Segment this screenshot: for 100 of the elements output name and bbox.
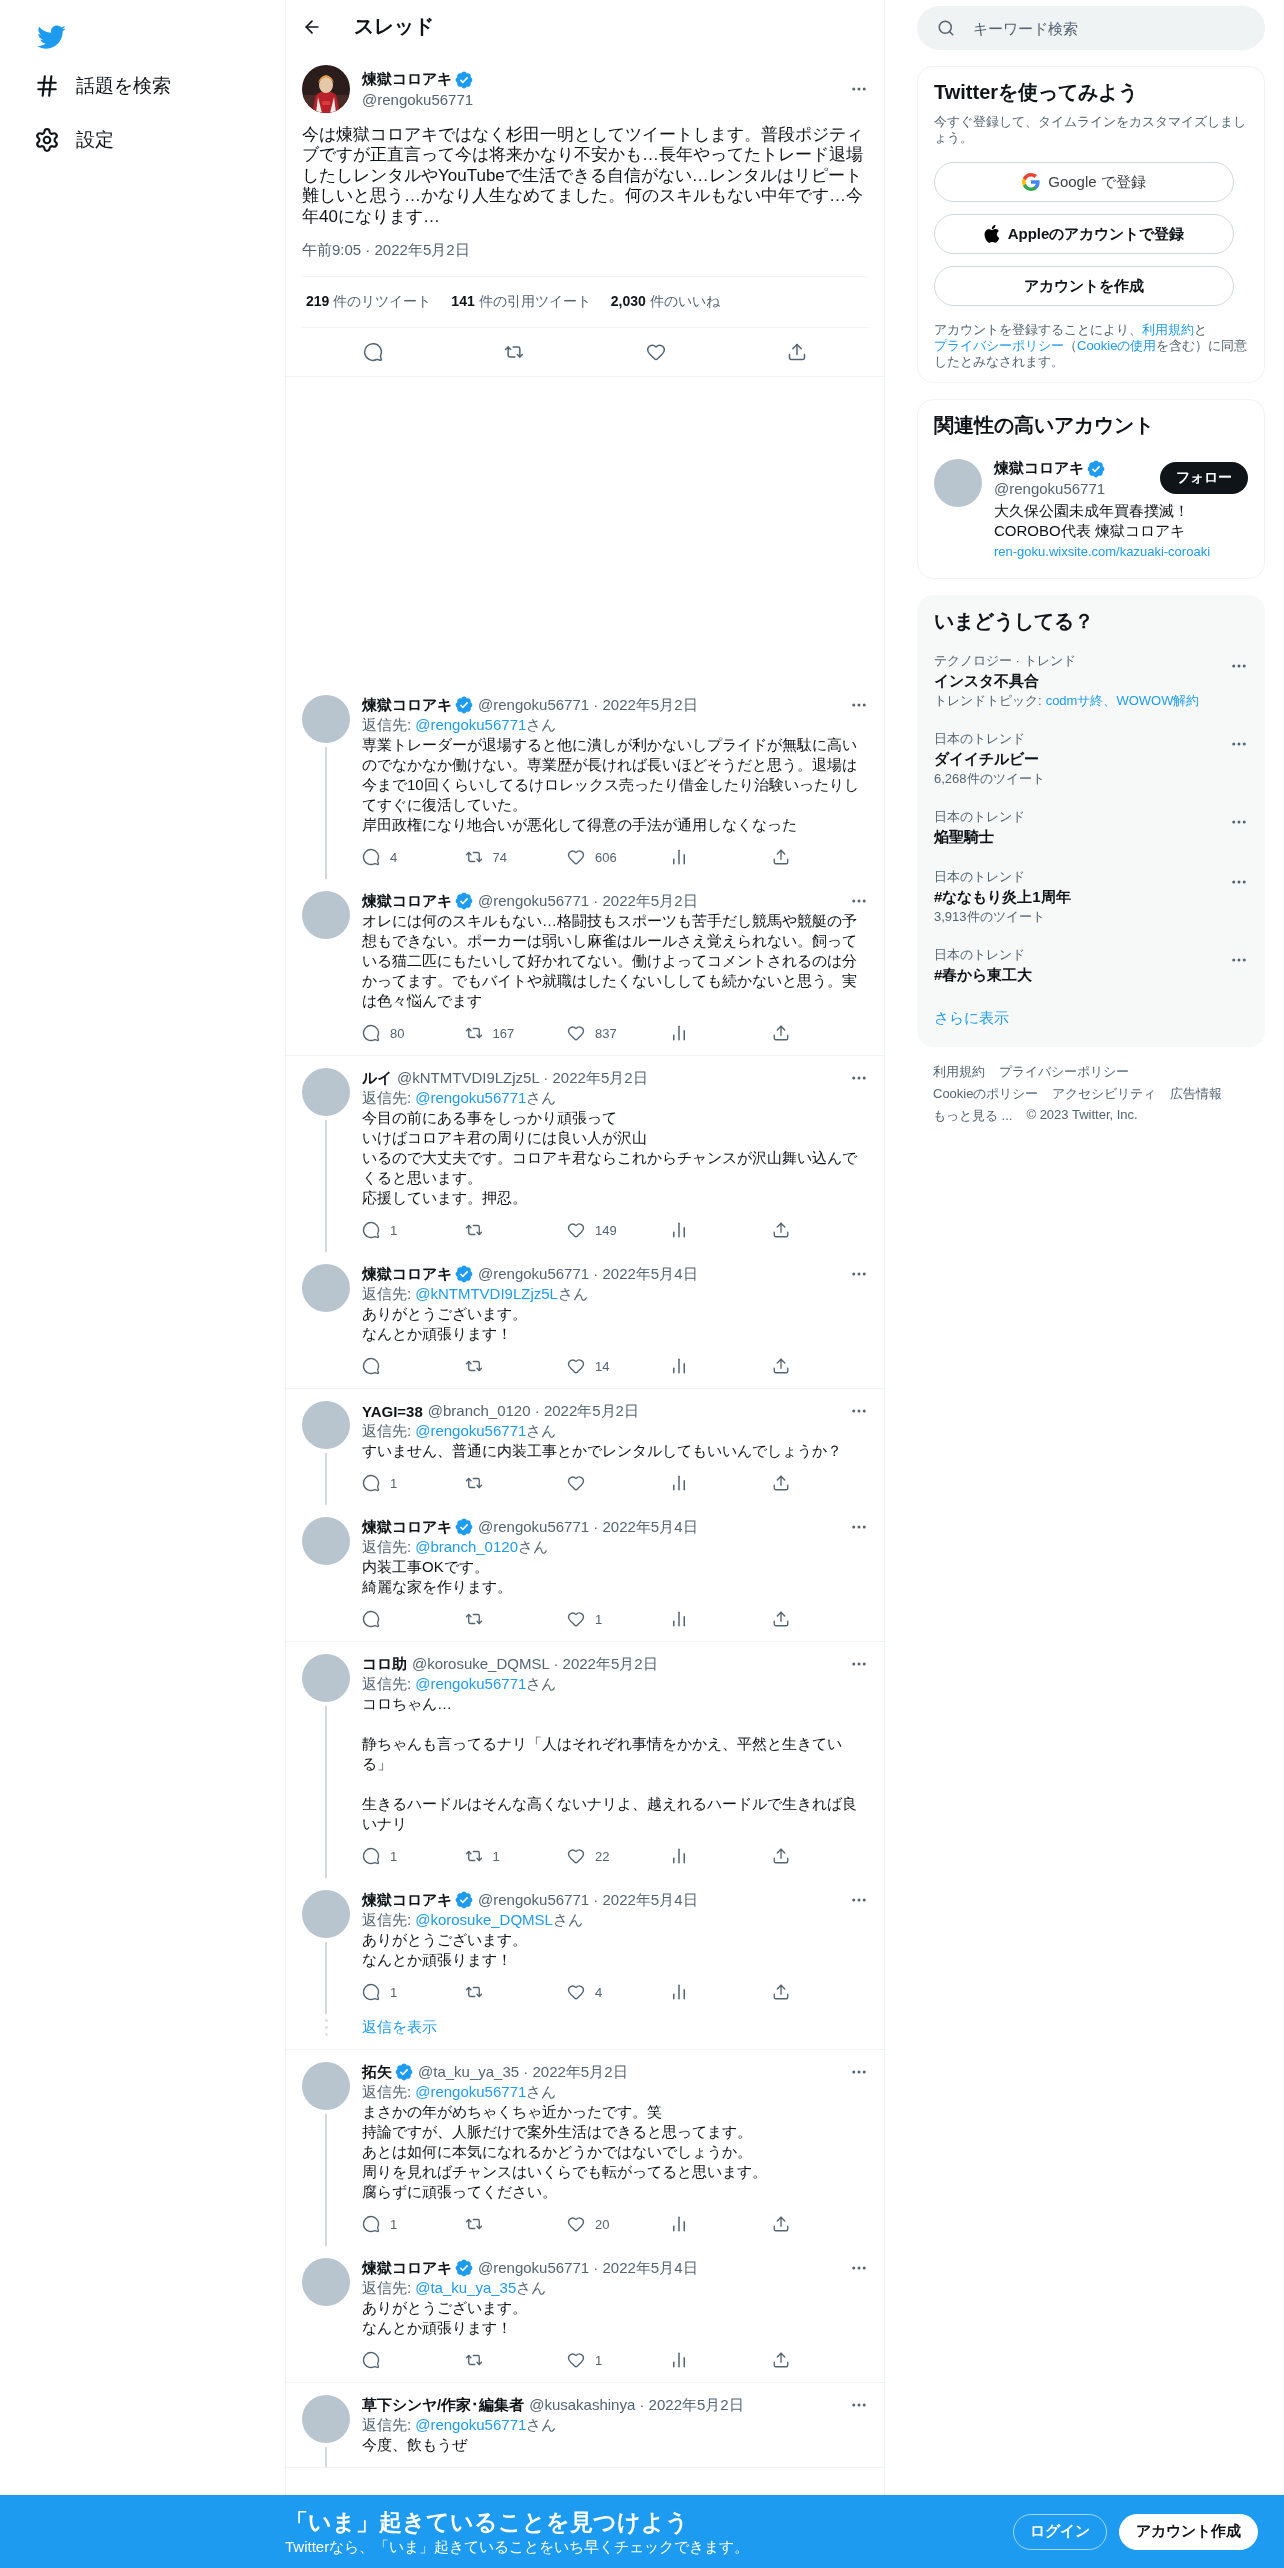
footer-link[interactable]: Cookieのポリシー [933, 1085, 1039, 1103]
like-button[interactable] [645, 342, 666, 363]
share-icon [772, 1221, 790, 1240]
tweet-date: 午前9:05 · 2022年5月2日 [302, 241, 471, 261]
tweet-text: 静ちゃんも言ってるナリ「人はそれぞれ事情をかかえ、平然と生きている」 [362, 1734, 843, 1775]
author-name[interactable]: 煉獄コロアキ [362, 891, 452, 911]
like-button[interactable]: 22 [567, 1846, 610, 1867]
speech-bubble-icon [362, 848, 380, 867]
card-title: Twitterを使ってみよう [934, 80, 1140, 105]
share-icon [772, 848, 790, 867]
legal-text: アカウントを登録することにより、利用規約 と プライバシーポリシー（Cookieの使用を含む）に同意したとみなされます。 [934, 322, 1248, 370]
like-button[interactable]: 4 [567, 1982, 603, 2003]
trend-title[interactable]: 焔聖騎士 [934, 827, 1230, 847]
signup-button[interactable]: Google で登録 [934, 162, 1234, 202]
retweet-button[interactable]: 74 [464, 847, 507, 868]
copyright-text: © 2023 Twitter, Inc. [1026, 1107, 1138, 1124]
trend-title[interactable]: #春から東工大 [934, 965, 1230, 985]
author-name[interactable]: 煉獄コロアキ [362, 70, 452, 89]
reply-button[interactable]: 1 [362, 1846, 398, 1867]
like-button[interactable]: 149 [567, 1220, 617, 1241]
like-button[interactable]: 14 [567, 1356, 610, 1377]
search-field[interactable]: キーワード検索 [917, 6, 1265, 50]
reply-to-text: 返信先: @rengoku56771さん [362, 2415, 558, 2436]
author-name[interactable]: YAGI=38 [362, 1402, 423, 1420]
reply-button[interactable]: 1 [362, 2214, 398, 2235]
bird-logo-icon[interactable] [36, 24, 66, 49]
reply-button[interactable] [362, 342, 383, 363]
tweet-text: 内装工事OKです。 [362, 1557, 490, 1578]
retweet-button[interactable]: 167 [464, 1023, 515, 1044]
reply-button[interactable]: 80 [362, 1023, 405, 1044]
heart-icon [567, 1357, 585, 1376]
footer-link[interactable]: アクセシビリティ [1052, 1085, 1157, 1103]
trend-topics-text: トレンドトピック: codmサ終、WOWOW解約 [934, 693, 1201, 709]
retweet-button[interactable]: 1 [464, 1846, 500, 1867]
share-icon [772, 1357, 790, 1376]
nav-item[interactable]: 設定 [32, 115, 285, 165]
trend-title[interactable]: ダイイチルビー [934, 749, 1230, 769]
author-name[interactable]: ルイ [362, 1068, 392, 1088]
heart-icon [567, 2351, 585, 2370]
tweet-text: 今度、飲もうぜ [362, 2435, 469, 2456]
apple-logo-icon [983, 225, 1000, 243]
trend-category: 日本のトレンド [934, 731, 1026, 747]
author-name[interactable]: 煉獄コロアキ [362, 695, 452, 715]
tweet-text: 応援しています。押忍。 [362, 1188, 528, 1209]
signup-button[interactable]: Appleのアカウントで登録 [934, 214, 1234, 254]
reply-button[interactable] [362, 1356, 380, 1377]
speech-bubble-icon [362, 1474, 380, 1493]
trend-title[interactable]: インスタ不具合 [934, 671, 1230, 691]
page-title: スレッド [354, 14, 434, 39]
stat-link[interactable]: 141 件の引用ツイート [451, 293, 591, 312]
signup-button[interactable]: アカウント作成 [1119, 2513, 1258, 2550]
tweet-text: 周りを見ればチャンスはいくらでも転がってると思います。 [362, 2162, 768, 2183]
author-name[interactable]: 煉獄コロアキ [362, 1517, 452, 1537]
trend-title[interactable]: #ななもり炎上1周年 [934, 887, 1230, 907]
author-name[interactable]: 煉獄コロアキ [362, 1264, 452, 1284]
banner-title: 「いま」起きていることを見つけよう [285, 2507, 690, 2537]
trend-category: テクノロジー · トレンド [934, 653, 1077, 669]
author-name[interactable]: コロ助 [362, 1654, 407, 1674]
footer-link[interactable]: 広告情報 [1170, 1085, 1223, 1103]
author-handle: @rengoku56771 [362, 91, 475, 108]
reply-button[interactable] [362, 2350, 380, 2371]
footer-link[interactable]: もっと見る ... [933, 1107, 1013, 1125]
tweet-text: なんとか頑張ります！ [362, 1324, 513, 1345]
reply-button[interactable]: 4 [362, 847, 398, 868]
tweet-text: 専業トレーダーが退場すると他に潰しが利かないしプライドが無駄に高いのでなかなか働けない。専業歴が長ければ長いほどそうだと思う。退場は今まで10回くらいしてるけロレックス売ったり借金したり治験いったりしてすぐに復活していた。 [362, 735, 860, 816]
follow-button[interactable]: フォロー [1160, 462, 1248, 494]
account-handle: @rengoku56771 [994, 480, 1107, 497]
reply-button[interactable] [362, 1609, 380, 1630]
nav-item[interactable]: 話題を検索 [32, 61, 285, 111]
author-name[interactable]: 煉獄コロアキ [362, 2258, 452, 2278]
reply-button[interactable]: 1 [362, 1220, 398, 1241]
stat-link[interactable]: 219 件のリツイート [306, 293, 432, 312]
tweet-meta: @rengoku56771 · 2022年5月2日 [478, 891, 698, 911]
card-subtitle: 今すぐ登録して、タイムラインをカスタマイズしましょう。 [934, 114, 1247, 146]
speech-bubble-icon [362, 1357, 380, 1376]
share-button[interactable] [787, 342, 808, 363]
account-name[interactable]: 煉獄コロアキ [994, 459, 1084, 478]
tweet-meta: @rengoku56771 · 2022年5月2日 [478, 695, 698, 715]
author-name[interactable]: 草下シンヤ/作家･編集者 [362, 2395, 525, 2415]
reply-button[interactable]: 1 [362, 1982, 398, 2003]
stat-link[interactable]: 2,030 件のいいね [610, 293, 720, 312]
author-name[interactable]: 拓矢 [362, 2062, 392, 2082]
banner-subtitle: Twitterなら、「いま」起きていることをいち早くチェックできます。 [285, 2537, 751, 2557]
author-name[interactable]: 煉獄コロアキ [362, 1890, 452, 1910]
like-button[interactable]: 837 [567, 1023, 617, 1044]
like-button[interactable]: 1 [567, 2350, 603, 2371]
like-button[interactable]: 606 [567, 847, 617, 868]
footer-link[interactable]: 利用規約 [933, 1063, 985, 1081]
tweet-meta: @branch_0120 · 2022年5月2日 [427, 1401, 639, 1421]
heart-icon [567, 1847, 585, 1866]
reply-to-text: 返信先: @ta_ku_ya_35さん [362, 2278, 548, 2299]
reply-to-text: 返信先: @rengoku56771さん [362, 715, 558, 736]
signup-button[interactable]: アカウントを作成 [934, 266, 1234, 306]
tweet-meta: @rengoku56771 · 2022年5月4日 [478, 1517, 698, 1537]
reply-button[interactable]: 1 [362, 1473, 398, 1494]
footer-link[interactable]: プライバシーポリシー [999, 1063, 1129, 1081]
heart-icon [567, 1221, 585, 1240]
like-button[interactable]: 1 [567, 1609, 603, 1630]
like-button[interactable]: 20 [567, 2214, 610, 2235]
thread-line [325, 1453, 327, 1506]
